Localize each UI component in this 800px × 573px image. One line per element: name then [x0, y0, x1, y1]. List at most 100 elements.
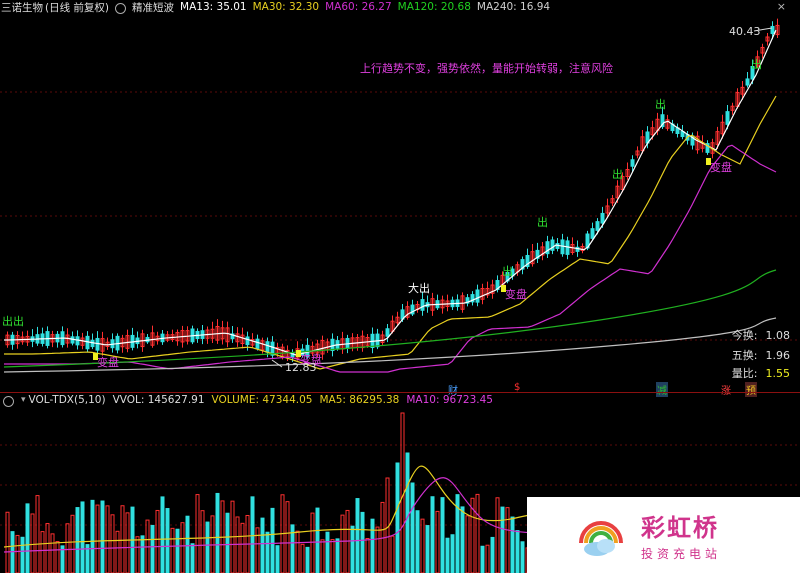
volume-bar	[465, 515, 470, 573]
volume-bar	[395, 462, 400, 573]
candle-body	[330, 338, 335, 352]
today-turnover: 今换: 1.08	[732, 327, 790, 343]
candle-body	[745, 78, 750, 86]
volume-bar	[520, 541, 525, 573]
volume-ratio-label: 量比:	[731, 367, 758, 380]
volume-bar	[460, 506, 465, 573]
candle-body	[630, 159, 635, 167]
rainbow-logo-icon	[579, 521, 623, 556]
volume-bar	[25, 503, 30, 573]
volume-bar	[120, 505, 125, 573]
signal-change: 变盘	[710, 160, 732, 174]
volume-bar	[480, 545, 485, 573]
volume-bar	[410, 482, 415, 573]
volume-bar	[320, 539, 325, 573]
volume-bar	[170, 527, 175, 573]
five-day-turnover: 五换: 1.96	[732, 347, 790, 363]
volume-bar	[510, 516, 515, 573]
volume-bar	[265, 531, 270, 573]
candle-body	[255, 338, 260, 349]
candle-body	[265, 341, 270, 353]
volume-bar	[80, 501, 85, 573]
volume-bar	[340, 514, 345, 573]
candlestick-chart[interactable]: 出出变盘 变盘大出出变盘出出出变盘出 40.43 12.83 上行趋势不变，强势依…	[0, 0, 800, 393]
gear-icon[interactable]	[3, 395, 14, 407]
signal-out: 出	[502, 264, 513, 278]
signal-markers: 出出变盘 变盘大出出变盘出出出变盘出	[2, 57, 762, 369]
candle-body	[385, 328, 390, 337]
volume-bar	[315, 507, 320, 573]
today-turnover-value: 1.08	[765, 329, 791, 342]
volume-bar	[70, 514, 75, 573]
watermark: 彩虹桥 投资充电站	[527, 497, 800, 573]
volume-bar	[425, 525, 430, 573]
volume-bar	[270, 507, 275, 573]
volume-bar	[50, 533, 55, 573]
volume-bar	[155, 509, 160, 573]
candle-body	[770, 25, 775, 35]
volume-bar	[390, 535, 395, 573]
volume-bar	[165, 508, 170, 573]
volume-bar	[110, 514, 115, 573]
volume-bar	[195, 494, 200, 573]
volume-bar	[370, 518, 375, 573]
watermark-title: 彩虹桥	[641, 514, 719, 542]
volume-bar	[100, 500, 105, 573]
volume-bar	[300, 543, 305, 573]
volume-bar	[305, 546, 310, 573]
candle-body	[75, 336, 80, 346]
volume-bar	[55, 541, 60, 573]
signal-change: 变盘	[97, 355, 119, 369]
volume-bar	[10, 531, 15, 573]
volume-bar	[440, 497, 445, 573]
signal-out: 出	[751, 57, 762, 71]
volume-bar	[405, 452, 410, 573]
volume-bar	[35, 495, 40, 573]
vvol-value: VVOL: 145627.91	[112, 394, 205, 406]
candle-body	[590, 228, 595, 239]
volume-bar	[485, 544, 490, 573]
volume-bar	[420, 518, 425, 573]
candle-body	[245, 336, 250, 346]
volume-value: VOLUME: 47344.05	[211, 394, 313, 406]
candle-body	[595, 221, 600, 231]
volume-bar	[275, 545, 280, 573]
volume-bar	[65, 523, 70, 573]
volume-bar	[450, 534, 455, 573]
volume-bar	[330, 539, 335, 573]
volume-bar	[75, 507, 80, 573]
volume-bar	[45, 523, 50, 573]
volume-bar	[430, 496, 435, 573]
volume-bar	[435, 510, 440, 573]
volume-bar	[495, 497, 500, 573]
volume-bar	[235, 516, 240, 573]
ma-line	[4, 95, 777, 370]
five-turnover-label: 五换:	[731, 349, 758, 362]
volume-bar	[445, 537, 450, 573]
volume-bar	[365, 537, 370, 573]
signal-marker	[706, 158, 711, 165]
signal-marker	[501, 285, 506, 292]
candle-body	[420, 299, 425, 311]
volume-bar	[505, 507, 510, 573]
signal-marker	[296, 350, 301, 357]
volume-bar	[185, 515, 190, 573]
volume-ratio-value: 1.55	[765, 367, 791, 380]
moving-average-lines	[3, 29, 777, 373]
volume-bar	[135, 536, 140, 573]
volume-bar	[105, 505, 110, 573]
volume-bar	[95, 504, 100, 573]
analysis-comment: 上行趋势不变，强势依然，量能开始转弱，注意风险	[360, 61, 613, 75]
volume-bar	[15, 534, 20, 573]
volume-bar	[415, 510, 420, 573]
volume-bar	[515, 530, 520, 573]
volume-indicator-name[interactable]: VOL-TDX(5,10)	[29, 394, 106, 406]
signal-out: 出出	[2, 314, 24, 328]
volume-header: ▾ VOL-TDX(5,10) VVOL: 145627.91 VOLUME: …	[0, 393, 800, 407]
volume-bar	[490, 536, 495, 573]
low-pointer	[271, 359, 283, 368]
volume-bar	[125, 512, 130, 573]
today-turnover-label: 今换:	[731, 329, 758, 342]
chevron-down-icon[interactable]: ▾	[21, 395, 26, 405]
ma120-line	[3, 269, 777, 368]
